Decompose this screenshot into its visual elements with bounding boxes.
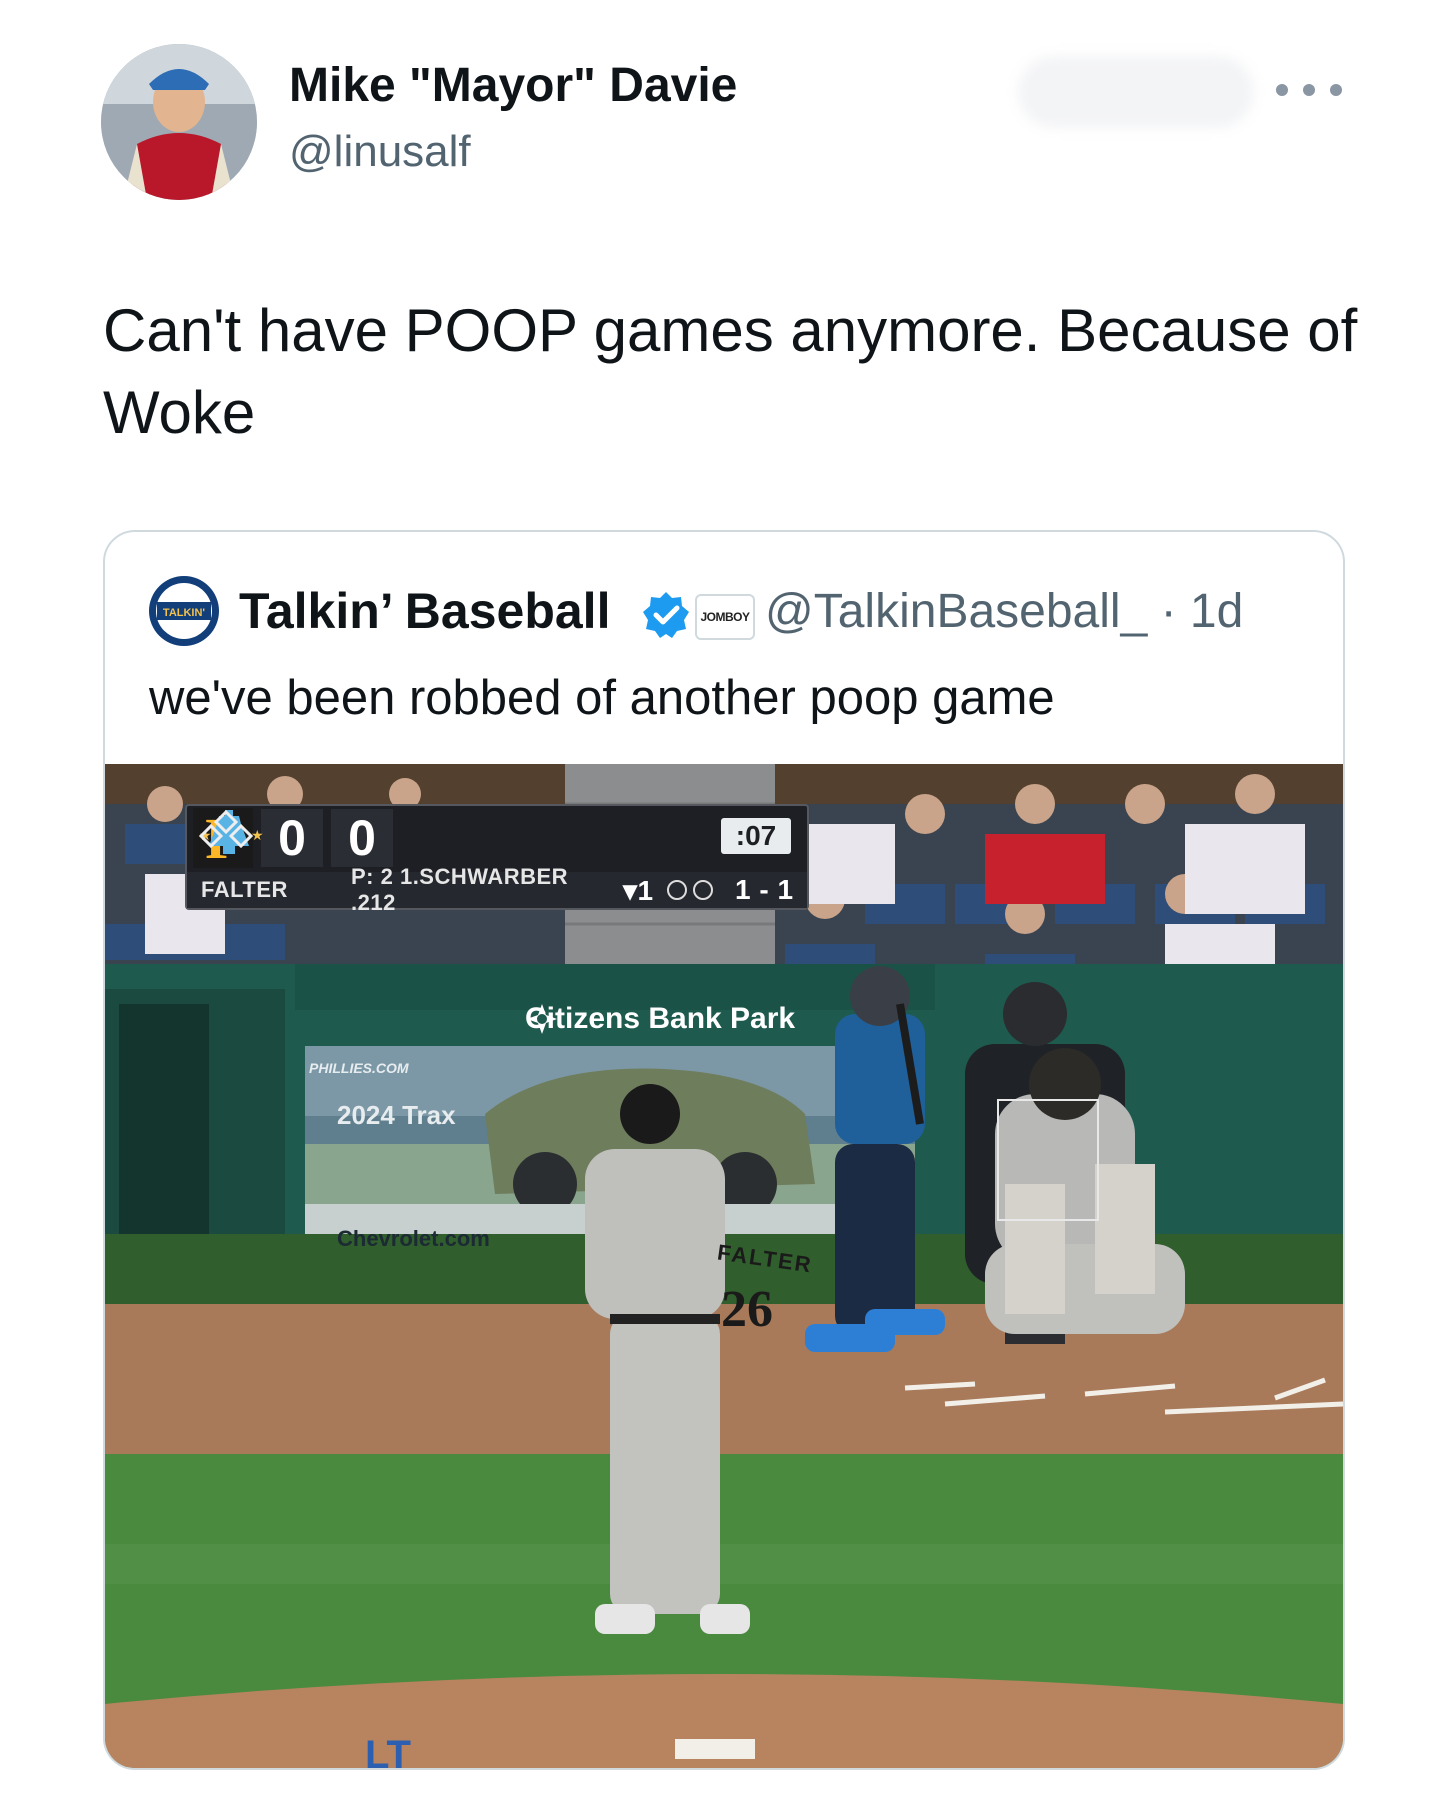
- pitch-clock: :07: [721, 818, 791, 854]
- quoted-handle-time[interactable]: @TalkinBaseball_ · 1d: [765, 584, 1243, 639]
- video-thumbnail[interactable]: LT 0 0 ★ ★:07 FALTER P: 2 1.SCHWARBER .…: [105, 764, 1343, 1768]
- svg-text:LT: LT: [365, 1733, 411, 1768]
- quoted-tweet-text: we've been robbed of another poop game: [149, 671, 1055, 725]
- quoted-tweet-card[interactable]: TALKIN' Talkin’ Baseball JOMBOY @TalkinB…: [103, 530, 1345, 1770]
- away-score: 0: [261, 809, 323, 867]
- stadium-name: Citizens Bank Park: [525, 1002, 796, 1035]
- ad-brand: PHILLIES.COM: [309, 1060, 409, 1076]
- ad-title: 2024 Trax: [337, 1100, 456, 1130]
- outs-indicator: [667, 880, 713, 900]
- more-options-icon[interactable]: [1276, 70, 1342, 110]
- inning-indicator: ▾1: [623, 874, 654, 906]
- ball-strike-count: 1 - 1: [735, 874, 794, 905]
- talkin-baseball-logo[interactable]: TALKIN': [149, 576, 219, 646]
- avatar-image: [101, 44, 257, 200]
- stadium-sign: Citizens Bank Park: [525, 1002, 795, 1036]
- author-name[interactable]: Mike "Mayor" Davie: [289, 58, 737, 113]
- author-handle[interactable]: @linusalf: [289, 127, 471, 177]
- tweet-text: Can't have POOP games anymore. Because o…: [103, 297, 1358, 446]
- logo-lettering: TALKIN': [163, 607, 206, 619]
- batter-info: P: 2 1.SCHWARBER .212: [351, 864, 569, 915]
- citizens-bank-logo-icon: [527, 1004, 557, 1034]
- affiliate-badge[interactable]: JOMBOY: [695, 594, 755, 640]
- quoted-author-name[interactable]: Talkin’ Baseball: [239, 582, 610, 640]
- scorebug: P 0 0 ★ ★ :07 FALTER P:: [185, 804, 809, 915]
- author-avatar[interactable]: [101, 44, 257, 200]
- jersey-number: 26: [721, 1281, 773, 1338]
- blurred-follow-button[interactable]: [1018, 56, 1254, 128]
- verified-badge-icon: [643, 592, 689, 638]
- ad-website: Chevrolet.com: [337, 1226, 490, 1251]
- bases-diamond-icon: [198, 809, 254, 849]
- pitcher-name: FALTER: [201, 877, 288, 902]
- home-score: 0: [331, 809, 393, 867]
